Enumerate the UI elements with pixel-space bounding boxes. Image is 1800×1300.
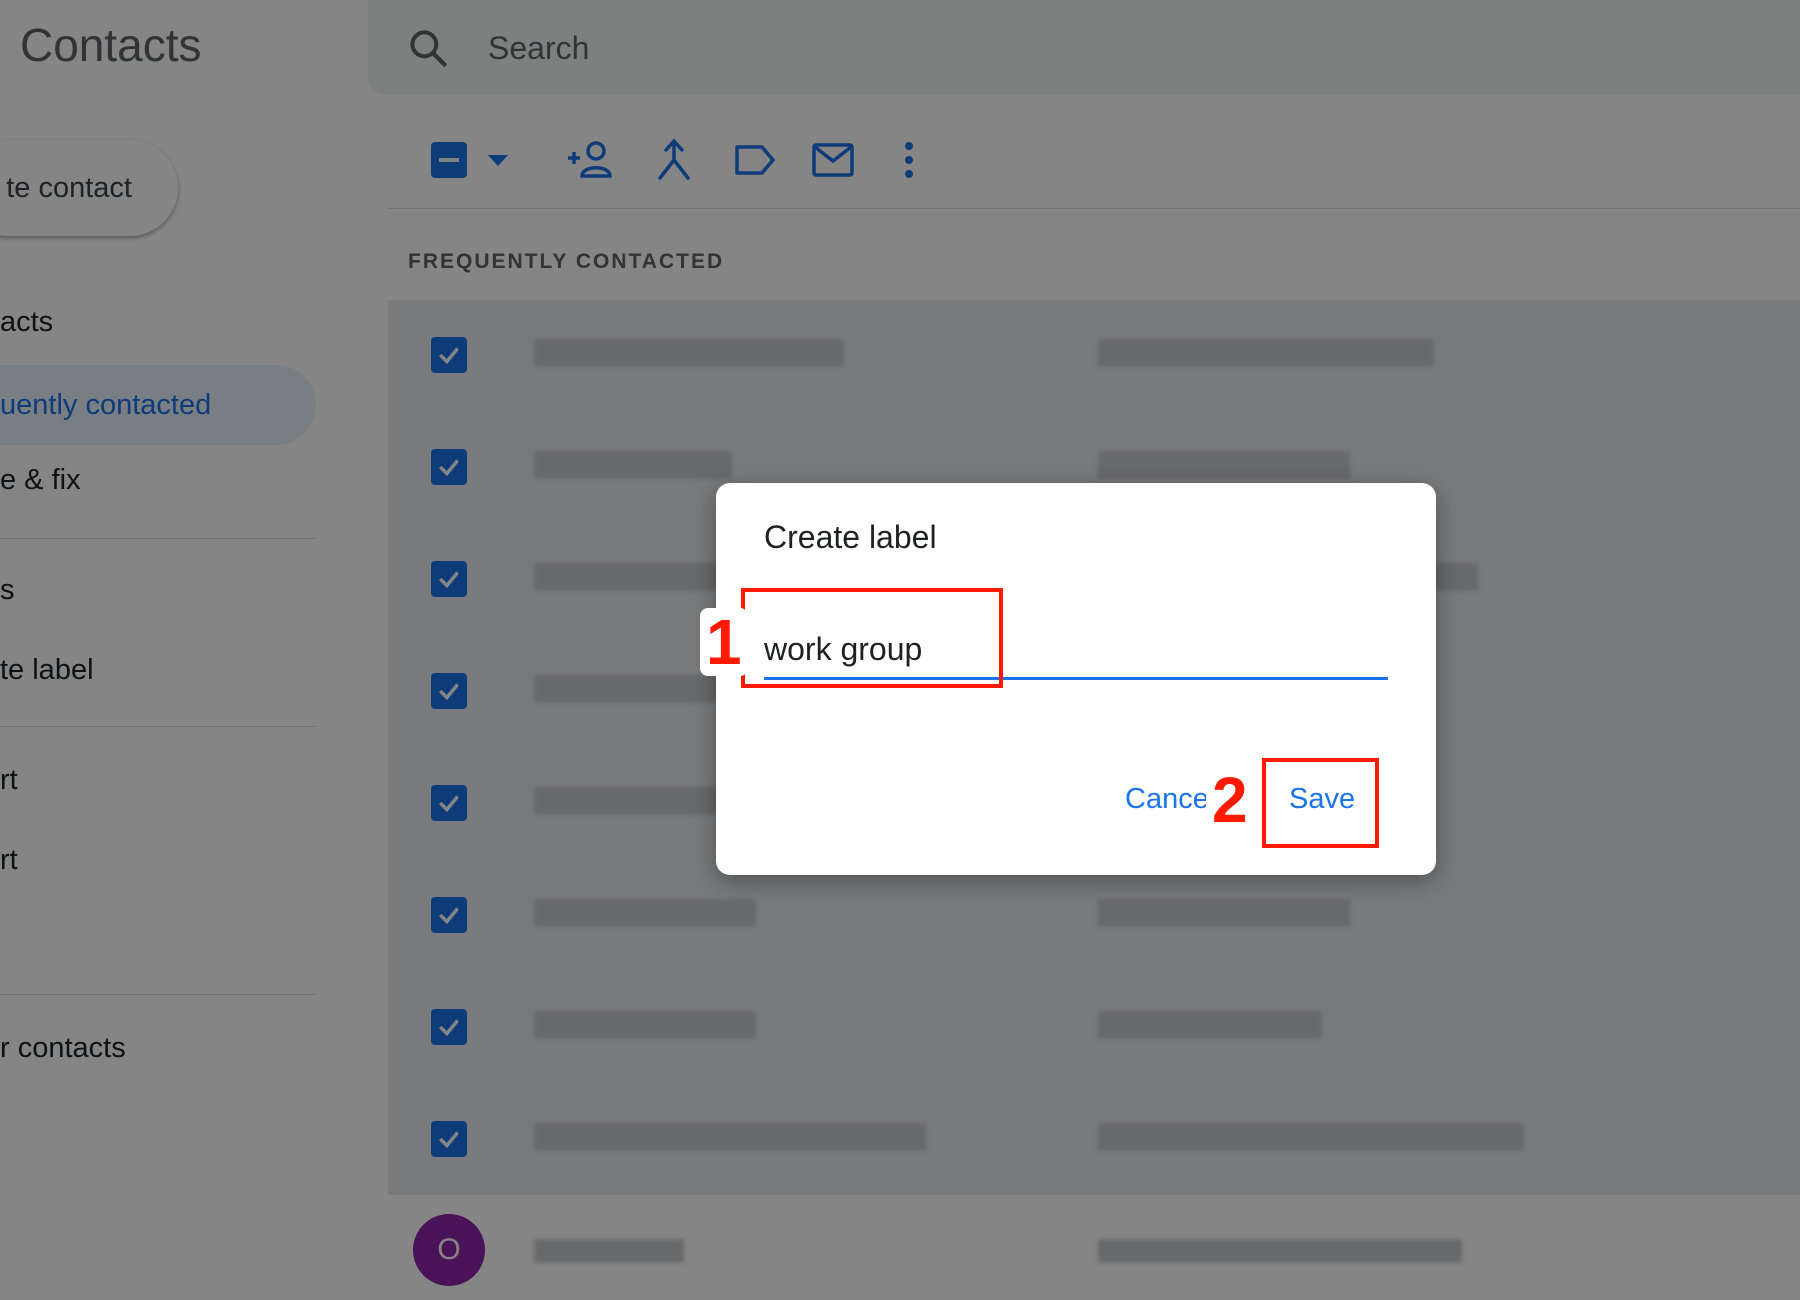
step-number-1: 1	[700, 608, 748, 676]
cancel-button[interactable]: Cancel	[1125, 783, 1215, 816]
step-number-2: 2	[1206, 766, 1254, 834]
dialog-title: Create label	[764, 519, 937, 555]
contacts-app: Contacts te contact acts uently contacte…	[0, 0, 1800, 1300]
highlight-box-input	[741, 588, 1003, 688]
highlight-box-save	[1262, 758, 1379, 848]
